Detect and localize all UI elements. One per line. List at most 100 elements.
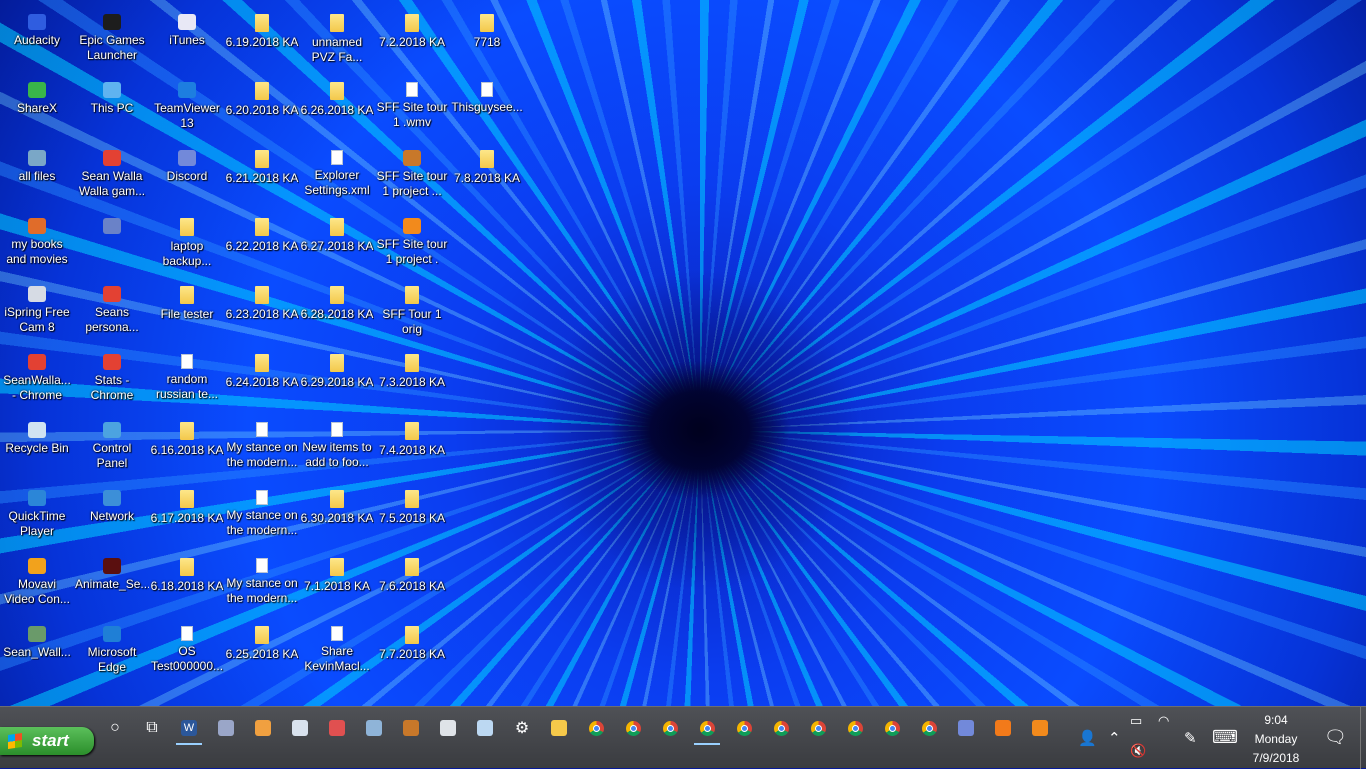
desktop-icon[interactable]: SFF Tour 1 orig [375, 278, 449, 342]
desktop-icon[interactable]: Audacity [0, 6, 74, 70]
taskbar-button[interactable]: ⚙ [507, 713, 537, 743]
desktop-icon[interactable]: Microsoft Edge [75, 618, 149, 682]
desktop-icon[interactable]: 6.26.2018 KA [300, 74, 374, 138]
desktop-icon[interactable]: Share KevinMacl... [300, 618, 374, 682]
desktop-icon[interactable]: Discord [150, 142, 224, 206]
taskbar-button[interactable] [285, 713, 315, 743]
desktop-icon[interactable]: 6.20.2018 KA [225, 74, 299, 138]
desktop-icon[interactable]: 6.17.2018 KA [150, 482, 224, 546]
taskbar-button[interactable] [433, 713, 463, 743]
desktop-icon[interactable]: 6.25.2018 KA [225, 618, 299, 682]
desktop-icon[interactable]: 7.3.2018 KA [375, 346, 449, 410]
volume-muted-icon[interactable]: 🔇 [1130, 743, 1146, 759]
taskbar-button[interactable] [618, 713, 648, 743]
taskbar-button[interactable] [470, 713, 500, 743]
keyboard-icon[interactable]: ⌨ [1212, 727, 1238, 748]
desktop-icon[interactable]: Explorer Settings.xml [300, 142, 374, 206]
desktop-icon[interactable]: SeanWalla... - Chrome [0, 346, 74, 410]
desktop-icon[interactable]: Epic Games Launcher [75, 6, 149, 70]
desktop-icon[interactable]: Animate_Se... [75, 550, 149, 614]
taskbar-button[interactable] [655, 713, 685, 743]
taskbar-button[interactable] [729, 713, 759, 743]
desktop-icon[interactable]: My stance on the modern... [225, 414, 299, 478]
taskbar-button[interactable] [581, 713, 611, 743]
desktop-icon[interactable]: 6.28.2018 KA [300, 278, 374, 342]
desktop-icon[interactable]: My stance on the modern... [225, 550, 299, 614]
desktop-icon[interactable]: 7.5.2018 KA [375, 482, 449, 546]
taskbar-button[interactable] [766, 713, 796, 743]
desktop-icon[interactable]: Sean_Wall... [0, 618, 74, 682]
taskbar-button[interactable] [248, 713, 278, 743]
battery-icon[interactable]: ▭ [1130, 713, 1142, 729]
taskbar-button[interactable] [803, 713, 833, 743]
desktop-icon[interactable]: 6.18.2018 KA [150, 550, 224, 614]
people-icon[interactable]: 👤 [1078, 729, 1097, 747]
show-desktop-button[interactable] [1360, 707, 1366, 769]
desktop-icon[interactable]: 7.4.2018 KA [375, 414, 449, 478]
desktop-icon[interactable]: Stats - Chrome [75, 346, 149, 410]
desktop-icon[interactable]: OS Test000000... [150, 618, 224, 682]
desktop-icon[interactable]: 6.22.2018 KA [225, 210, 299, 274]
taskbar-button[interactable]: ○ [100, 713, 130, 743]
desktop-icon[interactable]: SFF Site tour 1 .wmv [375, 74, 449, 138]
desktop-icon[interactable]: 6.30.2018 KA [300, 482, 374, 546]
desktop-icon[interactable]: 6.19.2018 KA [225, 6, 299, 70]
desktop-icon[interactable]: 6.23.2018 KA [225, 278, 299, 342]
desktop-icon[interactable]: my books and movies [0, 210, 74, 274]
desktop-icon[interactable] [75, 210, 149, 274]
taskbar-button[interactable] [877, 713, 907, 743]
start-button[interactable]: start [0, 727, 94, 755]
taskbar-button[interactable] [1025, 713, 1055, 743]
desktop-icon[interactable]: SFF Site tour 1 project . [375, 210, 449, 274]
taskbar-button[interactable] [211, 713, 241, 743]
taskbar-clock[interactable]: 9:04 Monday 7/9/2018 [1246, 711, 1306, 768]
chevron-up-icon[interactable]: ⌃ [1108, 729, 1121, 747]
desktop-icon[interactable]: ShareX [0, 74, 74, 138]
action-center-icon[interactable]: 🗨 [1324, 727, 1347, 748]
desktop-icon[interactable]: QuickTime Player [0, 482, 74, 546]
desktop-icon[interactable]: TeamViewer 13 [150, 74, 224, 138]
taskbar-button[interactable] [322, 713, 352, 743]
desktop-icon[interactable]: 7.8.2018 KA [450, 142, 524, 206]
taskbar-button[interactable]: W [174, 713, 204, 745]
desktop-icon[interactable]: File tester [150, 278, 224, 342]
desktop-icon[interactable]: 7718 [450, 6, 524, 70]
desktop-icon[interactable]: 6.27.2018 KA [300, 210, 374, 274]
desktop-icon[interactable]: 6.16.2018 KA [150, 414, 224, 478]
desktop-icon[interactable]: Control Panel [75, 414, 149, 478]
taskbar-button[interactable] [840, 713, 870, 743]
desktop-icon[interactable]: all files [0, 142, 74, 206]
desktop-icon[interactable]: laptop backup... [150, 210, 224, 274]
taskbar-button[interactable] [914, 713, 944, 743]
taskbar-button[interactable] [396, 713, 426, 743]
taskbar-button[interactable] [359, 713, 389, 743]
taskbar-button[interactable]: ⧉ [137, 713, 167, 743]
desktop-icon[interactable]: SFF Site tour 1 project ... [375, 142, 449, 206]
desktop-icon[interactable]: 6.21.2018 KA [225, 142, 299, 206]
desktop-icon[interactable]: iTunes [150, 6, 224, 70]
desktop-icon[interactable]: 7.1.2018 KA [300, 550, 374, 614]
desktop-icon[interactable]: Seans persona... [75, 278, 149, 342]
desktop-icon[interactable]: Thisguysee... [450, 74, 524, 138]
desktop-icon[interactable]: iSpring Free Cam 8 [0, 278, 74, 342]
desktop-icon[interactable]: 7.6.2018 KA [375, 550, 449, 614]
desktop-icon[interactable]: New items to add to foo... [300, 414, 374, 478]
pen-icon[interactable]: ✎ [1184, 729, 1197, 747]
desktop-icon[interactable]: unnamed PVZ Fa... [300, 6, 374, 70]
desktop-icon[interactable]: 7.7.2018 KA [375, 618, 449, 682]
taskbar-button[interactable] [692, 713, 722, 745]
desktop-icon[interactable]: random russian te... [150, 346, 224, 410]
desktop-icon[interactable]: 6.24.2018 KA [225, 346, 299, 410]
desktop-icon[interactable]: 7.2.2018 KA [375, 6, 449, 70]
taskbar-button[interactable] [544, 713, 574, 743]
taskbar-button[interactable] [988, 713, 1018, 743]
wifi-icon[interactable]: ◠ [1158, 713, 1169, 729]
taskbar-button[interactable] [951, 713, 981, 743]
desktop-icon[interactable]: This PC [75, 74, 149, 138]
desktop-icon[interactable]: 6.29.2018 KA [300, 346, 374, 410]
desktop-icon[interactable]: Movavi Video Con... [0, 550, 74, 614]
desktop-icon[interactable]: My stance on the modern... [225, 482, 299, 546]
desktop-icon[interactable]: Recycle Bin [0, 414, 74, 478]
desktop-icon[interactable]: Network [75, 482, 149, 546]
desktop-icon[interactable]: Sean Walla Walla gam... [75, 142, 149, 206]
